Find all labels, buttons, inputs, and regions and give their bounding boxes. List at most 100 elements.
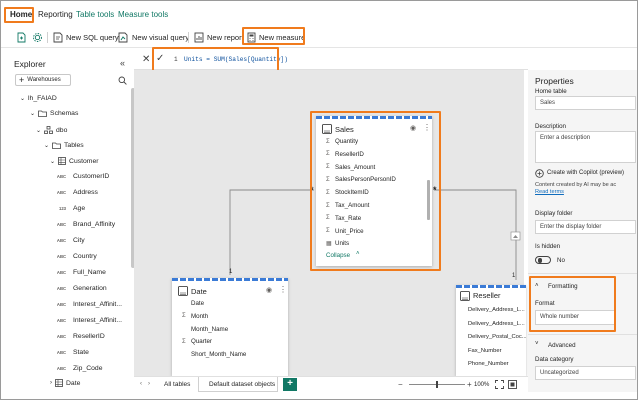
column-name: Generation: [73, 285, 107, 292]
add-layout-button[interactable]: +: [283, 378, 297, 391]
sales-reseller-line: [434, 189, 517, 280]
fit-to-page-icon[interactable]: [495, 380, 504, 389]
folder-icon: [52, 142, 61, 149]
new-item-button[interactable]: [16, 31, 27, 44]
read-terms-link[interactable]: Read terms: [535, 189, 564, 195]
column-type-badge: ABC: [56, 350, 66, 355]
column-type-badge: ABC: [56, 286, 66, 291]
report-icon: [194, 32, 204, 43]
column-name: Address: [73, 189, 98, 196]
chevron-down-icon: ⌄: [20, 96, 26, 102]
cancel-formula-icon[interactable]: ✕: [142, 54, 150, 65]
zoom-level: 100%: [474, 382, 490, 388]
is-hidden-label: Is hidden: [535, 243, 561, 250]
sales-date-one-marker: 1: [229, 269, 233, 275]
settings-button[interactable]: [32, 31, 43, 44]
column-name: Full_Name: [73, 269, 106, 276]
add-warehouses-button[interactable]: + Warehouses: [15, 74, 71, 86]
toolbar-separator: [188, 32, 189, 43]
column-type-badge: ABC: [56, 366, 66, 371]
tab-table-tools[interactable]: Table tools: [76, 10, 114, 19]
tree-label: Date: [66, 379, 81, 387]
column-type-badge: ABC: [56, 174, 66, 179]
column-type-badge: ABC: [56, 318, 66, 323]
description-label: Description: [535, 123, 566, 130]
tree-item-column[interactable]: ABC CustomerID: [56, 173, 109, 180]
tree-label: Customer: [69, 157, 99, 165]
tree-item-schemas[interactable]: ⌄ Schemas: [30, 110, 78, 117]
tree-item-customer[interactable]: ⌄ Customer: [50, 157, 99, 165]
tab-default-dataset-objects[interactable]: Default dataset objects: [198, 377, 278, 392]
tree-item-column[interactable]: ABC City: [56, 237, 85, 244]
more-options-icon[interactable]: ⋮: [279, 285, 287, 294]
tree-item-column[interactable]: 123 Age: [56, 205, 85, 212]
field-name: Phone_Number: [468, 361, 509, 367]
scroll-right-icon[interactable]: ›: [148, 381, 150, 387]
eye-icon[interactable]: ◉: [266, 286, 272, 294]
tree-item-column[interactable]: ABC Interest_Affinit...: [56, 317, 122, 324]
section-divider: [528, 273, 638, 274]
table-field-row[interactable]: Σ Month: [182, 313, 208, 320]
advanced-section-header[interactable]: Advanced: [548, 342, 576, 349]
date-table-card[interactable]: Date ◉ ⋮ Date Σ Month Month_Name Σ Quarter Sho…: [172, 278, 288, 376]
description-input[interactable]: Enter a description: [535, 131, 636, 163]
tree-item-column[interactable]: ABC Full_Name: [56, 269, 106, 276]
home-table-select[interactable]: Sales: [535, 96, 636, 110]
bottom-tab-bar: ‹ › All tables Default dataset objects +…: [134, 376, 528, 392]
field-name: Delivery_Address_L...: [468, 307, 525, 313]
scroll-left-icon[interactable]: ‹: [140, 381, 142, 387]
toolbar: New SQL query New visual query New repor…: [0, 26, 638, 48]
tree-item-column[interactable]: ABC Country: [56, 253, 97, 260]
column-type-badge: ABC: [56, 222, 66, 227]
tree-item-column[interactable]: ABC Zip_Code: [56, 365, 103, 372]
table-field-row[interactable]: Phone_Number: [468, 361, 509, 367]
tree-item-column[interactable]: ABC State: [56, 349, 89, 356]
is-hidden-toggle[interactable]: [535, 256, 551, 264]
visual-query-icon: [118, 32, 128, 43]
tree-item-column[interactable]: ABC Brand_Affinity: [56, 221, 115, 228]
new-visual-query-button[interactable]: New visual query: [118, 31, 189, 44]
tree-item-lakehouse[interactable]: ⌄ lh_FAIAD: [20, 95, 57, 102]
table-field-row[interactable]: Delivery_Postal_Coc...: [468, 334, 526, 340]
minimap-icon[interactable]: [508, 380, 517, 389]
chevron-down-icon: ⌄: [30, 111, 36, 117]
tree-item-column[interactable]: ABC ResellerID: [56, 333, 105, 340]
tree-item-column[interactable]: ABC Address: [56, 189, 98, 196]
table-field-row[interactable]: Σ Quarter: [182, 338, 212, 345]
tree-item-dbo[interactable]: ⌄ dbo: [36, 126, 67, 134]
display-folder-input[interactable]: Enter the display folder: [535, 220, 636, 234]
tree-item-tables[interactable]: ⌄ Tables: [44, 142, 84, 149]
reseller-table-card[interactable]: Reseller Delivery_Address_L... Delivery_A…: [456, 285, 526, 376]
tab-all-tables[interactable]: All tables: [164, 381, 190, 388]
collapse-pane-icon[interactable]: «: [120, 58, 125, 68]
table-field-row[interactable]: Delivery_Address_L...: [468, 321, 525, 327]
tree-item-column[interactable]: ABC Generation: [56, 285, 107, 292]
data-category-select[interactable]: Uncategorized: [535, 366, 636, 380]
tree-item-column[interactable]: ABC Interest_Affinit...: [56, 301, 122, 308]
sql-query-icon: [53, 32, 63, 43]
zoom-in-icon[interactable]: +: [467, 380, 472, 389]
table-field-row[interactable]: Short_Month_Name: [182, 351, 246, 358]
new-report-button[interactable]: New report: [194, 31, 244, 44]
search-icon[interactable]: [118, 76, 127, 85]
table-field-row[interactable]: Delivery_Address_L...: [468, 307, 525, 313]
zoom-slider-thumb[interactable]: [436, 381, 438, 388]
table-field-row[interactable]: Month_Name: [182, 326, 228, 333]
new-measure-highlight: [242, 27, 305, 45]
tree-item-date[interactable]: › Date: [50, 379, 80, 387]
tree-label: Schemas: [50, 110, 79, 117]
zoom-out-icon[interactable]: −: [398, 380, 403, 389]
warehouses-label: Warehouses: [27, 77, 61, 83]
table-field-row[interactable]: Date: [182, 300, 204, 307]
tab-measure-tools[interactable]: Measure tools: [118, 10, 168, 19]
copilot-icon: [535, 168, 544, 178]
column-type-badge: ABC: [56, 302, 66, 307]
column-name: ResellerID: [73, 333, 105, 340]
table-field-row[interactable]: Fax_Number: [468, 348, 502, 354]
copilot-button[interactable]: Create with Copilot (preview): [535, 167, 624, 179]
tab-reporting[interactable]: Reporting: [38, 10, 73, 19]
table-icon: [58, 157, 66, 165]
new-sql-query-button[interactable]: New SQL query: [53, 31, 119, 44]
chevron-down-icon[interactable]: ˅: [535, 341, 539, 347]
sales-table-highlight: [310, 111, 441, 271]
